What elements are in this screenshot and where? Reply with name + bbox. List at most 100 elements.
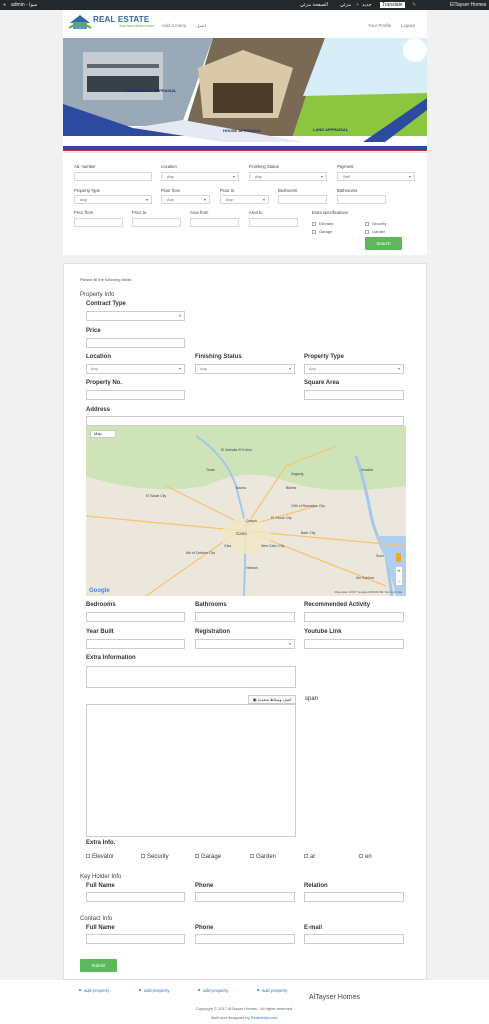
form-location-label: Location xyxy=(86,354,111,360)
google-logo: Google xyxy=(89,588,110,594)
area-from-input[interactable] xyxy=(190,218,239,227)
admin-bar-user[interactable]: ElTayser Homes xyxy=(450,0,486,10)
house-logo-icon[interactable] xyxy=(69,14,91,30)
address-input[interactable] xyxy=(86,416,404,426)
map-label-tanta: Tanta xyxy=(206,468,215,472)
extra-info-label: Extra Info. xyxy=(86,840,116,846)
plus-icon[interactable]: + xyxy=(356,0,359,10)
admin-bar-site[interactable]: admin - سوا xyxy=(11,0,37,10)
price-to-input[interactable] xyxy=(132,218,181,227)
extra-information-textarea[interactable] xyxy=(86,666,296,688)
footer-link-3[interactable]: add-property xyxy=(203,988,229,993)
email-label: E-mail xyxy=(304,925,323,931)
finishing-status-select[interactable]: Any xyxy=(249,172,327,181)
price-to-label: Price to xyxy=(132,210,147,215)
bedrooms-input[interactable] xyxy=(278,195,327,204)
logout-link[interactable]: Logout xyxy=(401,23,415,28)
pencil-icon[interactable]: ✎ xyxy=(412,0,416,10)
property-no-input[interactable] xyxy=(86,390,185,400)
key-holder-name-input[interactable] xyxy=(86,892,185,902)
admin-bar-item-1[interactable]: الصفحة مرئي xyxy=(300,0,328,10)
registration-select[interactable] xyxy=(195,639,295,649)
pegman-icon[interactable] xyxy=(396,553,401,562)
garden-checkbox[interactable] xyxy=(365,230,369,234)
relation-input[interactable] xyxy=(304,892,404,902)
admin-bar-item-2[interactable]: مرئي xyxy=(340,0,351,10)
footer-link-1[interactable]: add-property xyxy=(84,988,110,993)
floor-to-select[interactable]: Any xyxy=(220,195,269,204)
your-profile-link[interactable]: Your Profile xyxy=(368,23,391,28)
form-property-type-select[interactable]: Any xyxy=(304,364,404,374)
add-media-button[interactable]: ▣ اضف وسائط متعددة xyxy=(248,695,296,704)
contact-name-input[interactable] xyxy=(86,934,185,944)
property-type-select[interactable]: Any xyxy=(74,195,152,204)
contract-type-select[interactable] xyxy=(86,311,185,321)
form-finishing-select[interactable]: Any xyxy=(195,364,295,374)
youtube-link-input[interactable] xyxy=(304,639,404,649)
recommended-activity-input[interactable] xyxy=(304,612,404,622)
hero-banner: COMMERCIAL APPRAISAL HOUSE APPRAISAL LAN… xyxy=(63,38,427,146)
garden-label: Garden xyxy=(372,229,386,234)
zoom-in-icon[interactable]: + xyxy=(396,567,402,577)
search-button[interactable]: Search xyxy=(365,237,402,250)
form-bedrooms-input[interactable] xyxy=(86,612,185,622)
elevator-checkbox[interactable] xyxy=(312,222,316,226)
ad-number-input[interactable] xyxy=(74,172,152,181)
map-label-new-cairo: New Cairo City xyxy=(261,544,285,548)
map-label-badr: Badr City xyxy=(301,531,316,535)
map-credit[interactable]: Map data ©2017 Google ORION-ME Terms of … xyxy=(335,590,402,594)
floor-from-select[interactable]: Any xyxy=(161,195,210,204)
footer-link-2[interactable]: add-property xyxy=(144,988,170,993)
nav-add-menu[interactable]: Add a menu xyxy=(162,23,186,28)
form-location-select[interactable]: Any xyxy=(86,364,185,374)
area-to-input[interactable] xyxy=(249,218,298,227)
logo-text[interactable]: REAL ESTATE xyxy=(93,15,149,24)
map-label-zagazig: Zagazig xyxy=(291,472,304,476)
zoom-control[interactable]: + − xyxy=(395,566,403,586)
form-bathrooms-input[interactable] xyxy=(195,612,295,622)
property-info-heading: Property Info xyxy=(80,292,115,298)
lang-en-checkbox[interactable] xyxy=(359,854,363,858)
footer-bullet xyxy=(139,989,141,991)
form-garden-checkbox[interactable] xyxy=(250,854,254,858)
square-area-input[interactable] xyxy=(304,390,404,400)
zoom-out-icon[interactable]: − xyxy=(396,577,402,587)
admin-bar-item-3[interactable]: جديد xyxy=(362,0,372,10)
footer-bullet xyxy=(257,989,259,991)
security-checkbox[interactable] xyxy=(365,222,369,226)
form-security-checkbox[interactable] xyxy=(141,854,145,858)
logo-tagline: Your best dream home xyxy=(119,24,155,28)
banner-label-land: LAND APPRAISAL xyxy=(313,127,349,132)
built-by-link[interactable]: ReaMedia.com xyxy=(251,1015,278,1020)
key-holder-phone-label: Phone xyxy=(195,883,214,889)
map-label-helwan: Helwan xyxy=(246,566,258,570)
location-map[interactable]: Cairo Giza Helwan Qalyub Banha Tanta Zag… xyxy=(86,426,406,596)
map-type-control[interactable]: Map xyxy=(90,430,116,438)
form-garage-checkbox[interactable] xyxy=(195,854,199,858)
form-elevator-checkbox[interactable] xyxy=(86,854,90,858)
price-input[interactable] xyxy=(86,338,185,348)
submit-button[interactable]: Submit xyxy=(80,959,117,972)
key-holder-heading: Key Holder Info xyxy=(80,874,122,880)
year-built-label: Year Built xyxy=(86,629,114,635)
garage-label: Garage xyxy=(319,229,333,234)
add-media-label: اضف وسائط متعددة xyxy=(257,697,292,702)
wordpress-icon[interactable]: ● xyxy=(3,0,6,10)
bathrooms-input[interactable] xyxy=(337,195,386,204)
lang-ar-checkbox[interactable] xyxy=(304,854,308,858)
garage-checkbox[interactable] xyxy=(312,230,316,234)
nav-contact[interactable]: اتصل xyxy=(196,23,206,29)
description-editor[interactable] xyxy=(86,704,296,837)
area-from-label: Area from xyxy=(190,210,209,215)
price-from-input[interactable] xyxy=(74,218,123,227)
year-built-input[interactable] xyxy=(86,639,185,649)
map-label-bilbeis: Bilbeis xyxy=(286,486,297,490)
payment-select[interactable]: Sell xyxy=(337,172,415,181)
key-holder-phone-input[interactable] xyxy=(195,892,295,902)
email-input[interactable] xyxy=(304,934,404,944)
translate-link[interactable]: Translate xyxy=(380,2,405,8)
form-bathrooms-label: Bathrooms xyxy=(195,602,227,608)
footer-link-4[interactable]: add-property xyxy=(262,988,288,993)
contact-phone-input[interactable] xyxy=(195,934,295,944)
location-select[interactable]: Any xyxy=(161,172,239,181)
